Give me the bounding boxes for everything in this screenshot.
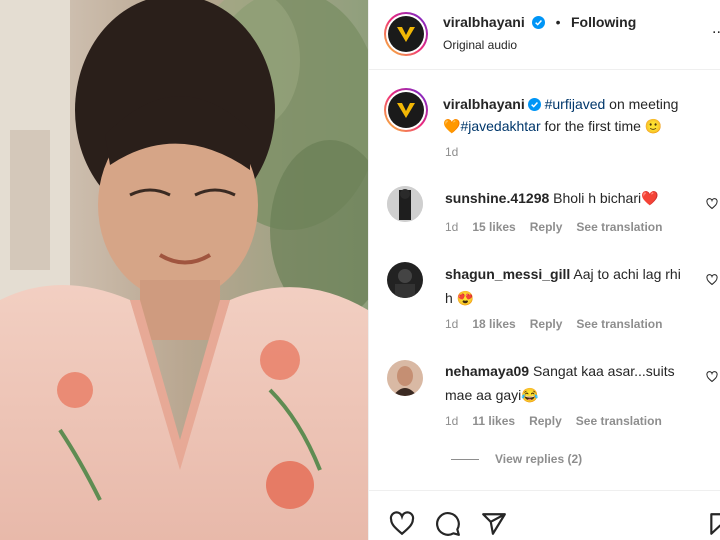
verified-icon <box>532 16 546 29</box>
caption-text: for the first time 🙂 <box>540 118 663 134</box>
action-bar <box>369 490 720 540</box>
view-replies-button[interactable]: View replies (2) <box>451 452 582 466</box>
comment-likes[interactable]: 15 likes <box>472 220 515 234</box>
reply-button[interactable]: Reply <box>529 414 562 428</box>
caption-avatar[interactable] <box>384 88 428 132</box>
see-translation-button[interactable]: See translation <box>576 317 662 331</box>
comment-avatar[interactable] <box>387 360 423 396</box>
comment-body: nehamaya09 Sangat kaa asar...suits mae a… <box>445 359 715 407</box>
comment-avatar[interactable] <box>387 262 423 298</box>
video-frame <box>0 0 368 540</box>
save-icon[interactable] <box>707 511 720 537</box>
author-avatar[interactable] <box>384 12 428 56</box>
comment-time[interactable]: 1d <box>445 220 458 234</box>
comment-username[interactable]: nehamaya09 <box>445 363 529 379</box>
comment-text-line-2: h 😍 <box>445 290 475 306</box>
comment-meta: 1d 18 likes Reply See translation <box>445 317 676 331</box>
avatar-photo <box>387 186 423 222</box>
comment-body: shagun_messi_gill Aaj to achi lag rhi h … <box>445 262 715 310</box>
view-replies-label: View replies (2) <box>495 452 583 466</box>
comment-text: Aaj to achi lag rhi <box>573 266 681 282</box>
share-icon[interactable] <box>481 511 507 537</box>
caption-username[interactable]: viralbhayani <box>443 96 525 112</box>
separator-dot: • <box>555 14 561 30</box>
comment-body: sunshine.41298 Bholi h bichari❤️ <box>445 186 715 210</box>
see-translation-button[interactable]: See translation <box>576 414 662 428</box>
replies-divider <box>451 459 479 461</box>
comment-time[interactable]: 1d <box>445 414 458 428</box>
caption-line-1: viralbhayani #urfijaved on meeting <box>443 92 678 116</box>
more-options-icon[interactable]: ... <box>712 20 720 38</box>
reply-button[interactable]: Reply <box>530 317 563 331</box>
comment-likes[interactable]: 18 likes <box>472 317 515 331</box>
hashtag-link[interactable]: #urfijaved <box>545 96 606 112</box>
caption-text: on meeting <box>605 96 679 112</box>
author-username[interactable]: viralbhayani <box>443 14 525 30</box>
comment-username[interactable]: shagun_messi_gill <box>445 266 570 282</box>
avatar-photo <box>387 360 423 396</box>
heart-icon[interactable] <box>706 371 718 383</box>
comment-meta: 1d 11 likes Reply See translation <box>445 414 676 428</box>
comment-avatar[interactable] <box>387 186 423 222</box>
brand-logo-icon <box>397 27 415 42</box>
post-panel: viralbhayani • Following Original audio … <box>368 0 720 540</box>
comment-likes[interactable]: 11 likes <box>472 414 515 428</box>
see-translation-button[interactable]: See translation <box>576 220 662 234</box>
caption-emoji: 🧡 <box>443 118 461 134</box>
caption-timestamp[interactable]: 1d <box>445 145 458 159</box>
heart-icon[interactable] <box>706 274 718 286</box>
like-icon[interactable] <box>389 511 415 537</box>
hashtag-link[interactable]: #javedakhtar <box>460 118 540 134</box>
reply-button[interactable]: Reply <box>530 220 563 234</box>
comment-text: Bholi h bichari❤️ <box>553 190 659 206</box>
audio-label[interactable]: Original audio <box>443 38 517 52</box>
following-button[interactable]: Following <box>571 14 636 30</box>
comment-text: Sangat kaa asar...suits <box>532 363 675 379</box>
avatar-photo <box>387 262 423 298</box>
comment-text-line-2: mae aa gayi😂 <box>445 387 539 403</box>
comment-icon[interactable] <box>435 511 461 537</box>
comment-meta: 1d 15 likes Reply See translation <box>445 220 676 234</box>
heart-icon[interactable] <box>706 198 718 210</box>
caption-line-2: 🧡#javedakhtar for the first time 🙂 <box>443 114 662 138</box>
post-header: viralbhayani • Following Original audio … <box>369 0 720 70</box>
comment-username[interactable]: sunshine.41298 <box>445 190 549 206</box>
brand-logo-icon <box>397 103 415 118</box>
comment-time[interactable]: 1d <box>445 317 458 331</box>
video-player[interactable] <box>0 0 368 540</box>
verified-icon <box>527 98 541 111</box>
